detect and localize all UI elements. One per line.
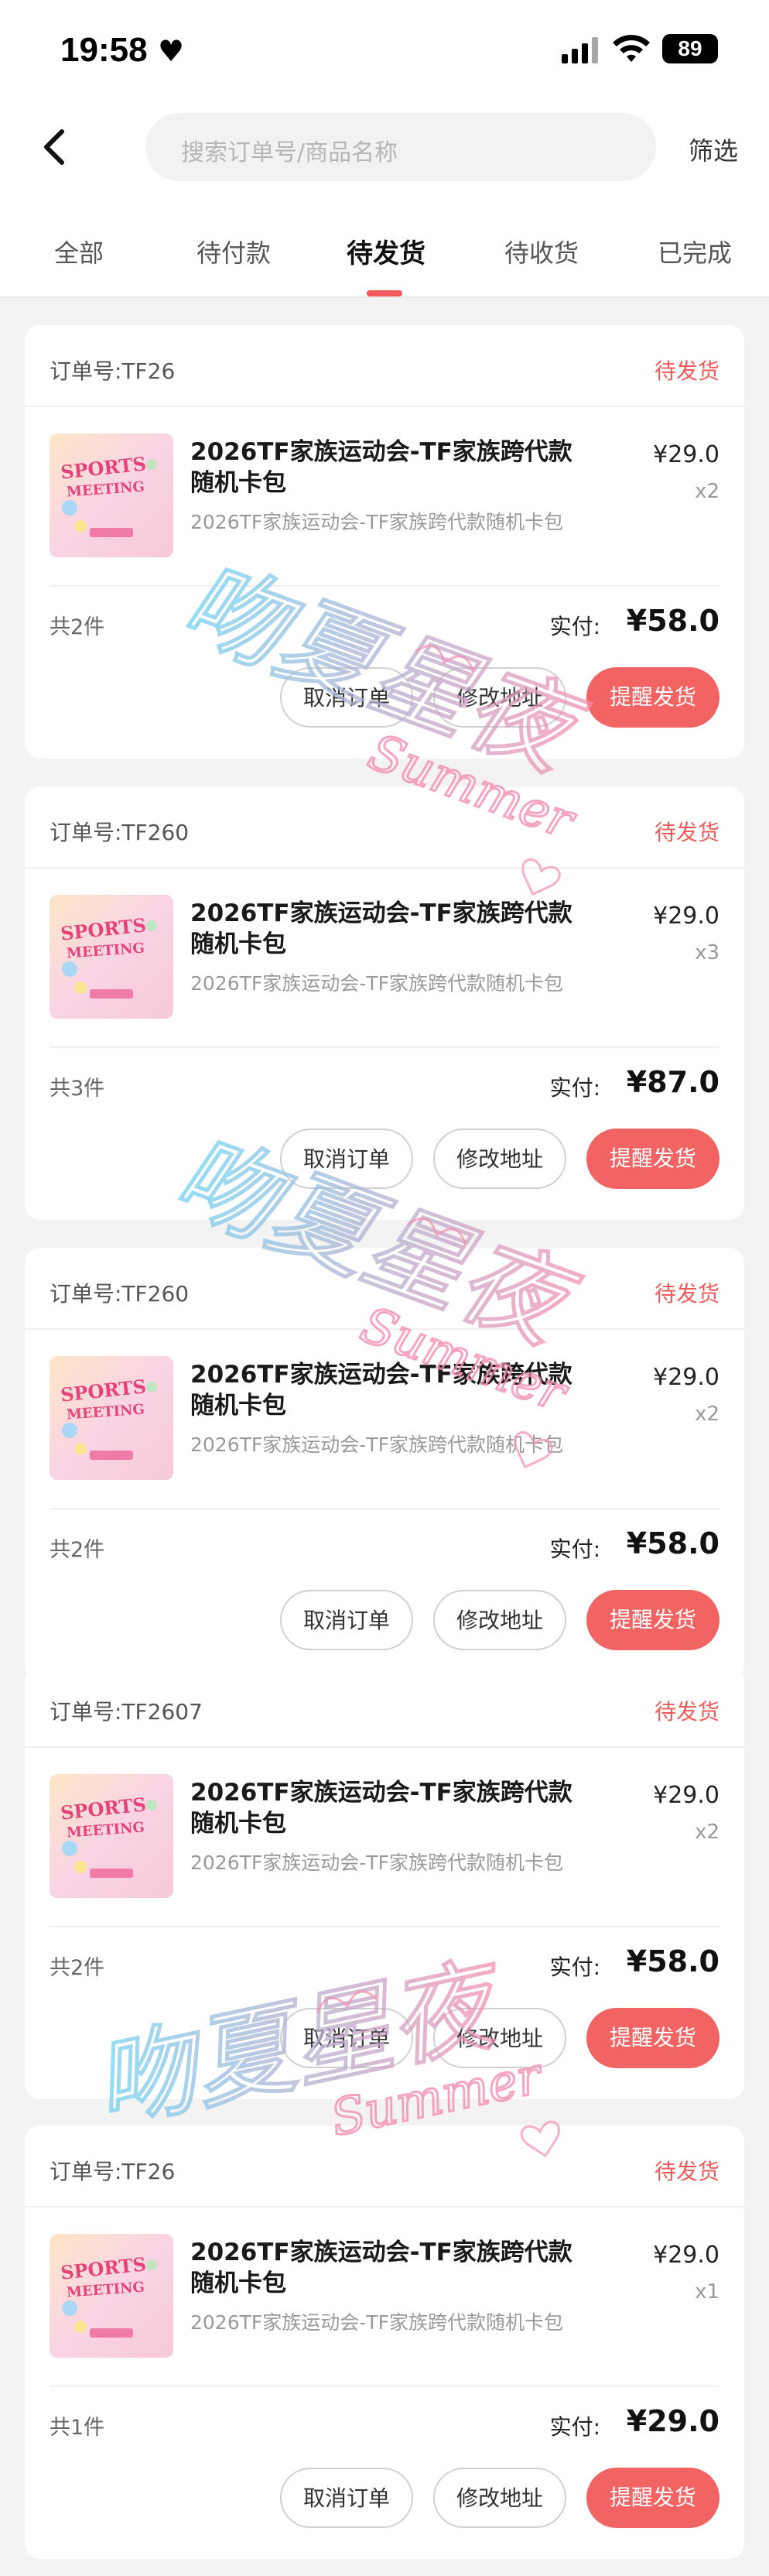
- order-number: 订单号:TF2607: [50, 1699, 203, 1725]
- order-status-badge: 待发货: [654, 2159, 719, 2184]
- order-card: 订单号:TF2607 待发货 SPORTS MEETING 2026TF家族运动会-TF…: [25, 1666, 744, 2099]
- product-variant: 2026TF家族运动会-TF家族跨代款随机卡包: [190, 972, 563, 995]
- quantity: x1: [695, 2280, 719, 2304]
- edit-address-button[interactable]: 修改地址: [433, 2468, 566, 2528]
- cancel-order-button[interactable]: 取消订单: [280, 667, 413, 728]
- remind-shipment-button[interactable]: 提醒发货: [586, 2008, 719, 2068]
- remind-shipment-button[interactable]: 提醒发货: [586, 1129, 719, 1189]
- divider: [50, 1508, 719, 1509]
- remind-shipment-button[interactable]: 提醒发货: [586, 1590, 719, 1650]
- paid-label: 实付:: [549, 1075, 600, 1101]
- header: 搜索订单号/商品名称 筛选: [0, 101, 769, 194]
- divider: [50, 2386, 719, 2387]
- search-placeholder: 搜索订单号/商品名称: [181, 139, 398, 166]
- active-tab-indicator: [367, 290, 402, 296]
- product-variant: 2026TF家族运动会-TF家族跨代款随机卡包: [190, 511, 563, 533]
- search-input[interactable]: 搜索订单号/商品名称: [145, 113, 656, 181]
- order-status-badge: 待发货: [654, 1699, 719, 1725]
- product-title[interactable]: 2026TF家族运动会-TF家族跨代款随机卡包: [190, 437, 593, 498]
- order-status-badge: 待发货: [654, 1281, 719, 1307]
- product-thumbnail[interactable]: SPORTS MEETING: [50, 895, 173, 1019]
- product-thumbnail[interactable]: SPORTS MEETING: [50, 2234, 173, 2358]
- paid-label: 实付:: [549, 1954, 600, 1980]
- product-thumbnail[interactable]: SPORTS MEETING: [50, 1356, 173, 1480]
- unit-price: ¥29.0: [653, 441, 719, 468]
- edit-address-button[interactable]: 修改地址: [433, 1129, 566, 1189]
- product-variant: 2026TF家族运动会-TF家族跨代款随机卡包: [190, 1852, 563, 1874]
- divider: [50, 1046, 719, 1048]
- order-status-badge: 待发货: [654, 820, 719, 845]
- unit-price: ¥29.0: [653, 1782, 719, 1809]
- product-variant: 2026TF家族运动会-TF家族跨代款随机卡包: [190, 1434, 563, 1456]
- order-card-header: 订单号:TF26 待发货: [25, 2126, 744, 2208]
- cancel-order-button[interactable]: 取消订单: [280, 2468, 413, 2528]
- item-count: 共3件: [50, 1077, 105, 1101]
- item-count: 共2件: [50, 615, 105, 639]
- paid-label: 实付:: [549, 614, 600, 639]
- tab-all[interactable]: 全部: [54, 234, 104, 269]
- order-card: 订单号:TF26 待发货 SPORTS MEETING 2026TF家族运动会-TF家族…: [25, 2126, 744, 2559]
- item-count: 共2件: [50, 1538, 105, 1562]
- paid-label: 实付:: [549, 1536, 600, 1562]
- product-title[interactable]: 2026TF家族运动会-TF家族跨代款随机卡包: [190, 2237, 593, 2299]
- cancel-order-button[interactable]: 取消订单: [280, 1129, 413, 1189]
- item-count: 共2件: [50, 1956, 105, 1980]
- unit-price: ¥29.0: [653, 1364, 719, 1391]
- order-status-tabs: 全部 待付款 待发货 待收货 已完成: [0, 194, 769, 298]
- tab-pending-receipt[interactable]: 待收货: [504, 234, 579, 269]
- order-status-badge: 待发货: [654, 358, 719, 384]
- product-title[interactable]: 2026TF家族运动会-TF家族跨代款随机卡包: [190, 1777, 593, 1839]
- remind-shipment-button[interactable]: 提醒发货: [586, 2468, 719, 2528]
- edit-address-button[interactable]: 修改地址: [433, 2008, 566, 2068]
- order-number: 订单号:TF26: [50, 358, 176, 384]
- item-count: 共1件: [50, 2416, 105, 2440]
- heart-icon: ♥: [158, 34, 185, 68]
- filter-button[interactable]: 筛选: [689, 132, 738, 167]
- divider: [50, 1926, 719, 1927]
- cancel-order-button[interactable]: 取消订单: [280, 2008, 413, 2068]
- paid-amount: ¥87.0: [626, 1065, 719, 1099]
- order-card: 订单号:TF26 待发货 SPORTS MEETING 2026TF家族运动会-TF家族…: [25, 325, 744, 759]
- remind-shipment-button[interactable]: 提醒发货: [586, 667, 719, 728]
- unit-price: ¥29.0: [653, 2242, 719, 2269]
- paid-label: 实付:: [549, 2414, 600, 2440]
- battery-icon: 89: [662, 34, 718, 63]
- edit-address-button[interactable]: 修改地址: [433, 667, 566, 728]
- edit-address-button[interactable]: 修改地址: [433, 1590, 566, 1650]
- paid-amount: ¥58.0: [626, 1526, 719, 1560]
- back-chevron-icon[interactable]: [37, 127, 74, 167]
- paid-amount: ¥29.0: [626, 2404, 719, 2438]
- order-number: 订单号:TF260: [50, 820, 190, 845]
- divider: [50, 585, 719, 587]
- order-card: 订单号:TF260 待发货 SPORTS MEETING 2026TF家族运动会-TF家…: [25, 786, 744, 1220]
- status-time: 19:58: [60, 31, 148, 69]
- paid-amount: ¥58.0: [626, 1944, 719, 1978]
- quantity: x2: [695, 480, 719, 503]
- order-number: 订单号:TF260: [50, 1281, 190, 1307]
- quantity: x2: [695, 1821, 719, 1844]
- cancel-order-button[interactable]: 取消订单: [280, 1590, 413, 1650]
- tab-pending-payment[interactable]: 待付款: [197, 234, 271, 269]
- tab-pending-shipment[interactable]: 待发货: [347, 232, 426, 270]
- order-card-header: 订单号:TF260 待发货: [25, 786, 744, 868]
- product-thumbnail[interactable]: SPORTS MEETING: [50, 433, 173, 557]
- order-number: 订单号:TF26: [50, 2159, 176, 2184]
- quantity: x2: [695, 1403, 719, 1426]
- order-card-header: 订单号:TF2607 待发货: [25, 1666, 744, 1748]
- status-bar: 19:58 ♥ 89: [0, 0, 769, 101]
- product-title[interactable]: 2026TF家族运动会-TF家族跨代款随机卡包: [190, 1359, 593, 1421]
- cellular-signal-icon: [562, 37, 600, 63]
- product-title[interactable]: 2026TF家族运动会-TF家族跨代款随机卡包: [190, 898, 593, 960]
- order-card-header: 订单号:TF260 待发货: [25, 1248, 744, 1330]
- wifi-icon: [613, 35, 650, 62]
- order-card-header: 订单号:TF26 待发货: [25, 325, 744, 407]
- product-variant: 2026TF家族运动会-TF家族跨代款随机卡包: [190, 2311, 563, 2334]
- tab-completed[interactable]: 已完成: [658, 234, 732, 269]
- order-card: 订单号:TF260 待发货 SPORTS MEETING 2026TF家族运动会-TF家…: [25, 1248, 744, 1681]
- quantity: x3: [695, 941, 719, 964]
- unit-price: ¥29.0: [653, 903, 719, 930]
- paid-amount: ¥58.0: [626, 604, 719, 638]
- product-thumbnail[interactable]: SPORTS MEETING: [50, 1774, 173, 1898]
